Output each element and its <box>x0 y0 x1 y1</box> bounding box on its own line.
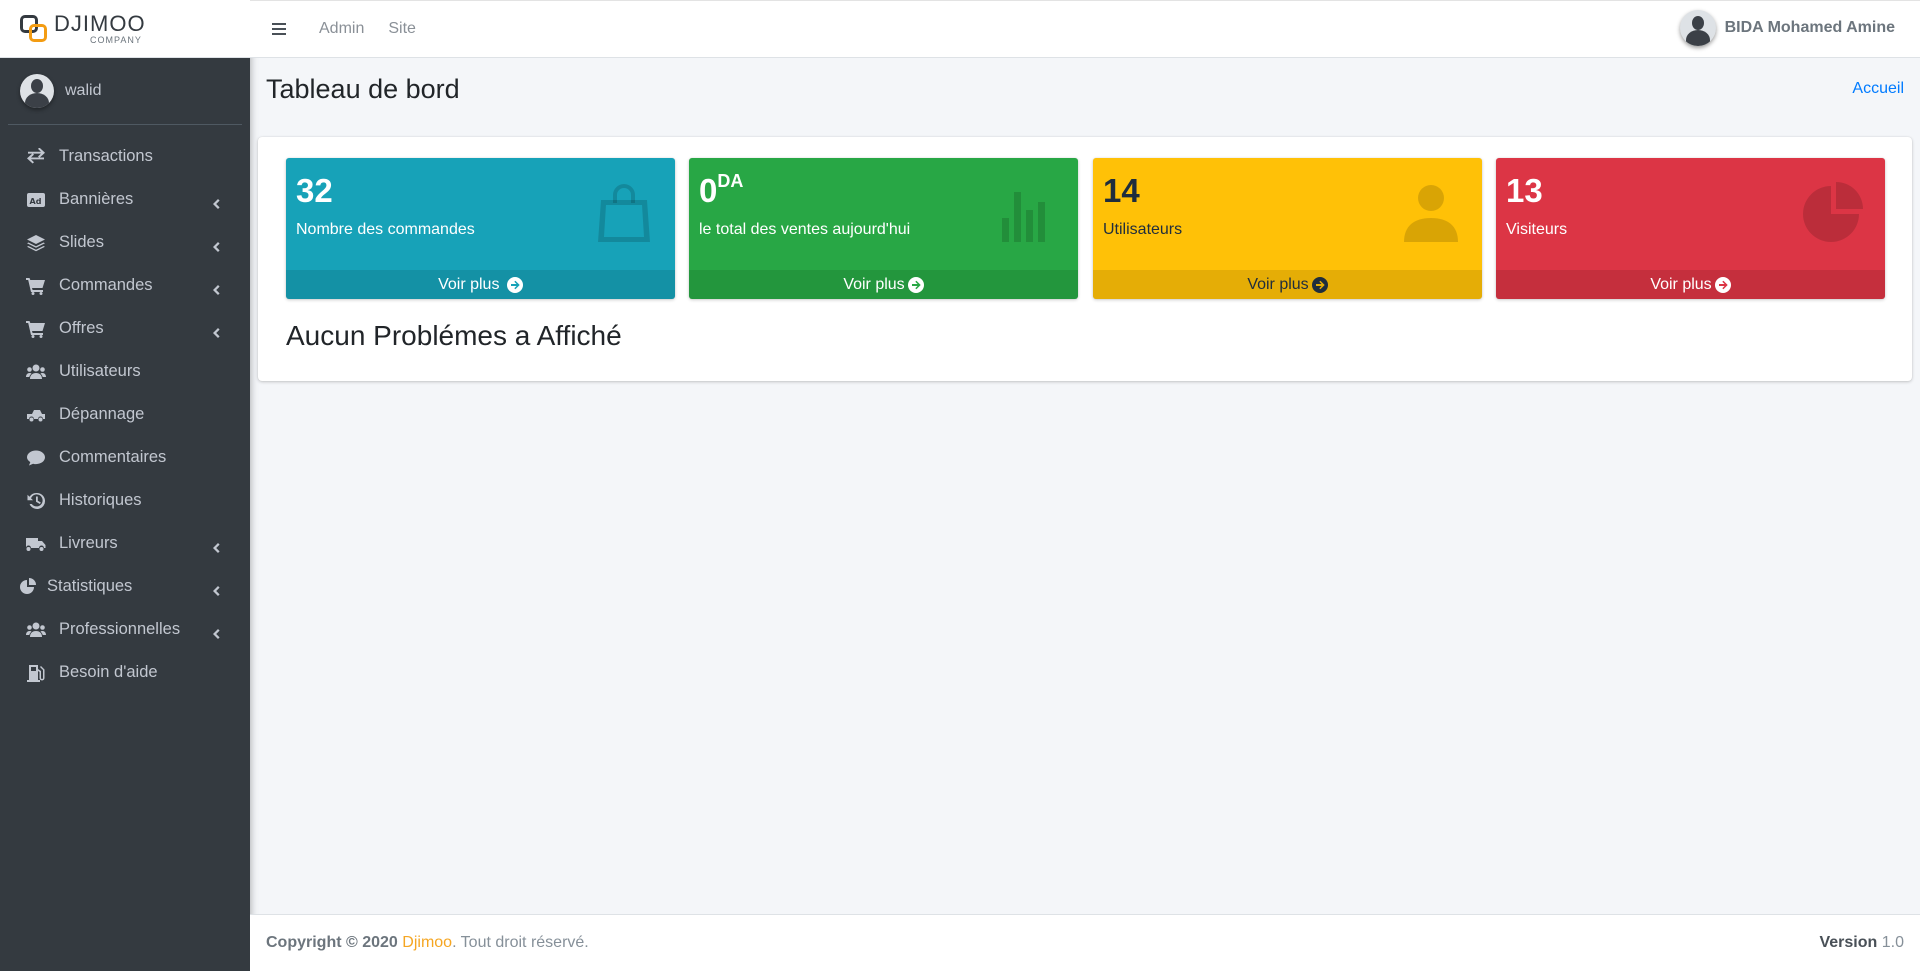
breadcrumb-home-link[interactable]: Accueil <box>1852 80 1904 98</box>
chevron-left-icon <box>212 238 220 252</box>
gas-pump-icon <box>25 662 47 684</box>
chevron-left-icon <box>212 539 220 553</box>
cart-icon <box>25 275 47 297</box>
sidebar-item-label: Utilisateurs <box>59 362 141 380</box>
page-title: Tableau de bord <box>266 74 460 104</box>
sidebar-item-bannieres[interactable]: Ad Bannières <box>8 178 242 221</box>
arrow-circle-right-icon <box>907 276 924 293</box>
chevron-left-icon <box>212 625 220 639</box>
version-info: Version 1.0 <box>1819 934 1904 951</box>
sidebar-item-statistiques[interactable]: Statistiques <box>8 565 242 608</box>
sidebar-item-slides[interactable]: Slides <box>8 221 242 264</box>
chevron-left-icon <box>212 281 220 295</box>
top-user-name: BIDA Mohamed Amine <box>1724 19 1895 36</box>
arrow-circle-right-icon <box>506 276 523 293</box>
ad-icon: Ad <box>25 189 47 211</box>
nav-link-admin[interactable]: Admin <box>319 20 364 38</box>
cart-icon <box>25 318 47 340</box>
user-menu[interactable]: BIDA Mohamed Amine <box>1679 10 1895 46</box>
top-navbar: Admin Site BIDA Mohamed Amine <box>250 0 1920 58</box>
sidebar-user-name[interactable]: walid <box>65 82 101 100</box>
sidebar-item-label: Professionnelles <box>59 620 181 638</box>
tow-truck-icon <box>25 404 47 426</box>
chevron-left-icon <box>212 582 220 596</box>
arrow-circle-right-icon <box>1311 276 1328 293</box>
sidebar-item-label: Historiques <box>59 491 142 509</box>
sidebar-item-depannage[interactable]: Dépannage <box>8 393 242 436</box>
pie-chart-icon <box>17 576 39 598</box>
user-icon <box>1396 178 1466 248</box>
sidebar-item-label: Transactions <box>59 147 153 165</box>
users-icon <box>25 361 47 383</box>
empty-state-message: Aucun Problémes a Affiché <box>286 320 622 351</box>
brand-logo-link[interactable]: DJIMOO COMPANY <box>0 0 250 58</box>
history-icon <box>25 490 47 512</box>
sidebar-item-label: Dépannage <box>59 405 145 423</box>
comment-icon <box>25 447 47 469</box>
brand-logo-icon <box>20 14 48 43</box>
more-info-link[interactable]: Voir plus <box>689 270 1078 299</box>
sidebar-item-livreurs[interactable]: Livreurs <box>8 522 242 565</box>
sidebar-item-transactions[interactable]: Transactions <box>8 135 242 178</box>
arrow-circle-right-icon <box>1714 276 1731 293</box>
stat-box-users: 14 Utilisateurs Voir plus <box>1093 158 1482 299</box>
sidebar-item-label: Commentaires <box>59 448 167 466</box>
sidebar-item-label: Bannières <box>59 190 134 208</box>
exchange-icon <box>25 146 47 168</box>
sidebar-item-professionnelles[interactable]: Professionnelles <box>8 608 242 651</box>
copyright-text: Copyright © 2020 <box>266 934 398 951</box>
nav-link-site[interactable]: Site <box>388 20 416 38</box>
sidebar-item-commandes[interactable]: Commandes <box>8 264 242 307</box>
brand-name: DJIMOO <box>54 10 146 36</box>
main-sidebar: DJIMOO COMPANY walid Transactions Ad Ban… <box>0 0 250 971</box>
sidebar-item-historiques[interactable]: Historiques <box>8 479 242 522</box>
avatar <box>20 74 54 108</box>
truck-icon <box>25 533 47 555</box>
rights-text: . Tout droit réservé. <box>452 934 589 951</box>
sidebar-item-utilisateurs[interactable]: Utilisateurs <box>8 350 242 393</box>
avatar <box>1679 10 1716 46</box>
sidebar-user-panel[interactable]: walid <box>8 58 242 125</box>
page-footer: Copyright © 2020 Djimoo. Tout droit rése… <box>250 914 1920 971</box>
sidebar-item-label: Livreurs <box>59 534 118 552</box>
sidebar-item-label: Commandes <box>59 276 153 294</box>
more-info-link[interactable]: Voir plus <box>1496 270 1885 299</box>
chevron-left-icon <box>212 195 220 209</box>
footer-brand-link[interactable]: Djimoo <box>402 934 452 952</box>
sidebar-item-offres[interactable]: Offres <box>8 307 242 350</box>
stat-box-sales: 0DA le total des ventes aujourd'hui Voir… <box>689 158 1078 299</box>
brand-subtitle: COMPANY <box>90 34 142 45</box>
shopping-bag-icon <box>589 178 659 248</box>
sidebar-item-commentaires[interactable]: Commentaires <box>8 436 242 479</box>
stat-box-visitors: 13 Visiteurs Voir plus <box>1496 158 1885 299</box>
svg-text:Ad: Ad <box>30 197 42 206</box>
sidebar-item-besoin-aide[interactable]: Besoin d'aide <box>8 651 242 694</box>
sidebar-item-label: Besoin d'aide <box>59 663 158 681</box>
sidebar-item-label: Offres <box>59 319 104 337</box>
sidebar-item-label: Statistiques <box>47 577 133 595</box>
chevron-left-icon <box>212 324 220 338</box>
sidebar-nav: Transactions Ad Bannières Slides Command… <box>0 135 250 694</box>
more-info-link[interactable]: Voir plus <box>1093 270 1482 299</box>
stat-box-orders: 32 Nombre des commandes Voir plus <box>286 158 675 299</box>
menu-toggle-icon[interactable] <box>272 18 294 40</box>
more-info-link[interactable]: Voir plus <box>286 270 675 299</box>
sidebar-item-label: Slides <box>59 233 104 251</box>
users-icon <box>25 619 47 641</box>
pie-chart-icon <box>1799 178 1869 248</box>
bar-chart-icon <box>992 178 1062 248</box>
layers-icon <box>25 232 47 254</box>
